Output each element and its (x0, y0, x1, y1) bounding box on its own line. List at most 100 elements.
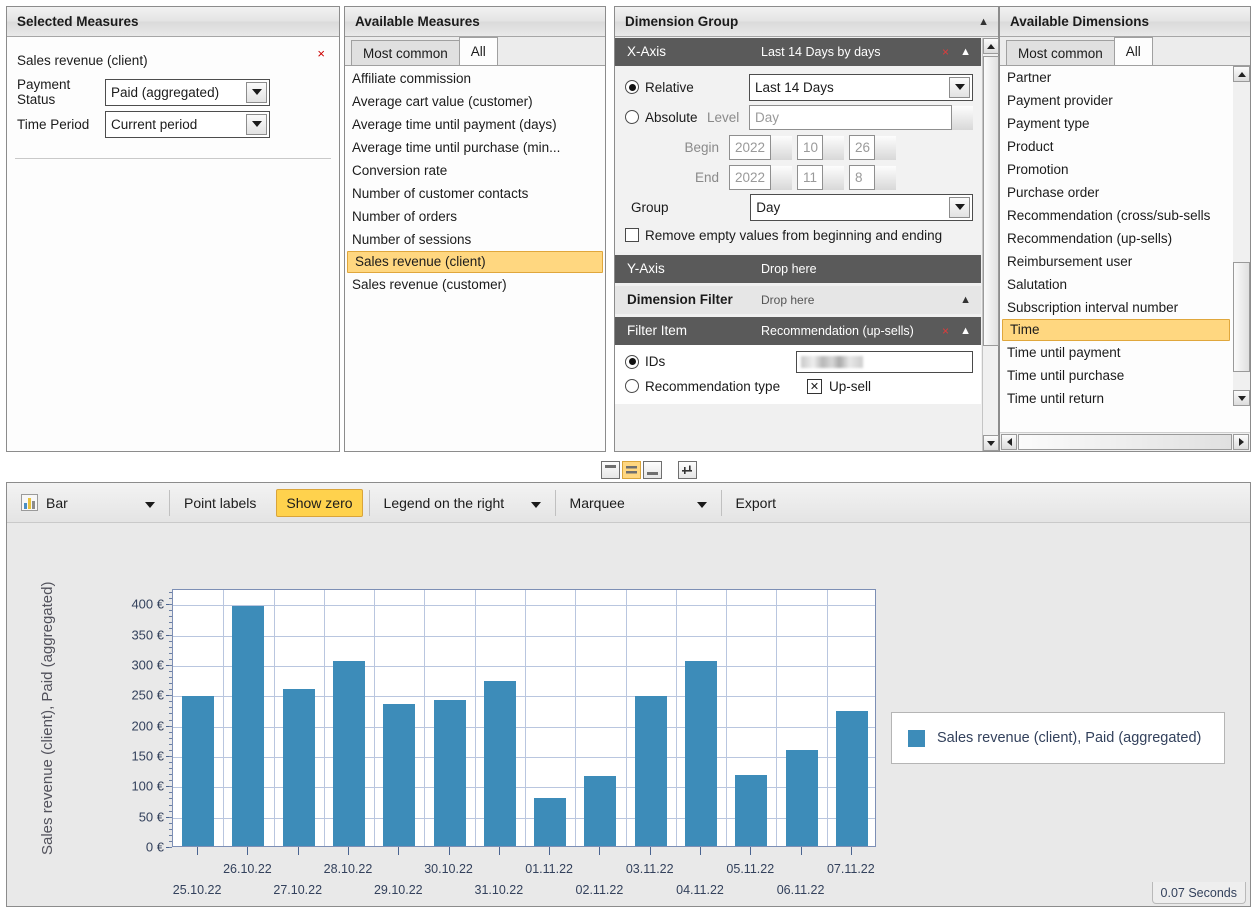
legend-position-select[interactable]: Legend on the right (370, 483, 555, 523)
list-item[interactable]: Average cart value (customer) (345, 90, 605, 113)
scroll-left-icon[interactable] (1001, 434, 1017, 450)
list-item[interactable]: Partner (1000, 66, 1232, 89)
list-item[interactable]: Subscription interval number (1000, 296, 1232, 319)
list-item[interactable]: Recommendation (up-sells) (1000, 227, 1232, 250)
ids-radio[interactable] (625, 354, 639, 369)
bar[interactable] (685, 661, 717, 846)
collapse-chevron-up-icon[interactable]: ▲ (960, 317, 971, 345)
bar[interactable] (584, 775, 617, 846)
end-year-stepper-icon[interactable] (771, 165, 792, 190)
remove-measure-icon[interactable]: × (317, 46, 325, 61)
selection-mode-select[interactable]: Marquee (556, 483, 721, 523)
scroll-up-icon[interactable] (1233, 66, 1250, 82)
end-month-stepper-icon[interactable] (823, 165, 844, 190)
scroll-right-icon[interactable] (1233, 434, 1249, 450)
bar[interactable] (735, 774, 768, 846)
list-item[interactable]: Time until payment (1000, 341, 1232, 364)
x-axis-header[interactable]: X-Axis Last 14 Days by days × ▲ (615, 38, 981, 66)
list-item[interactable]: Salutation (1000, 273, 1232, 296)
chevron-down-icon[interactable] (246, 113, 267, 135)
list-item[interactable]: Recommendation (cross/sub-sells (1000, 204, 1232, 227)
collapse-chevron-up-icon[interactable]: ▲ (978, 7, 989, 37)
list-item[interactable]: Product (1000, 135, 1232, 158)
dimensions-vertical-scrollbar[interactable] (1233, 66, 1250, 406)
available-measures-list[interactable]: Affiliate commission Average cart value … (345, 66, 605, 450)
remove-empty-checkbox[interactable] (625, 228, 639, 242)
bar[interactable] (483, 680, 516, 846)
end-day-stepper-icon[interactable] (875, 165, 896, 190)
up-sell-chip-close-icon[interactable]: ✕ (807, 378, 822, 394)
begin-day-stepper-icon[interactable] (875, 135, 896, 160)
time-period-select[interactable]: Current period (105, 110, 270, 138)
chevron-down-icon[interactable] (246, 81, 267, 103)
chevron-down-icon[interactable] (949, 76, 970, 98)
layout-top-button[interactable] (601, 461, 620, 479)
list-item[interactable]: Promotion (1000, 158, 1232, 181)
list-item[interactable]: Number of sessions (345, 228, 605, 251)
list-item[interactable]: Number of customer contacts (345, 182, 605, 205)
list-item[interactable]: Time until purchase (1000, 364, 1232, 387)
ids-input[interactable] (795, 350, 973, 373)
dimension-group-scrollbar[interactable] (982, 38, 999, 451)
dimension-filter-header[interactable]: Dimension Filter Drop here ▲ (615, 286, 981, 314)
recommendation-type-radio[interactable] (625, 379, 639, 393)
export-button[interactable]: Export (722, 483, 790, 523)
list-item[interactable]: Payment provider (1000, 89, 1232, 112)
dimensions-horizontal-scrollbar[interactable] (1000, 432, 1250, 451)
list-item[interactable]: Number of orders (345, 205, 605, 228)
end-year-input[interactable]: 2022 (729, 164, 792, 190)
list-item[interactable]: Affiliate commission (345, 67, 605, 90)
list-item[interactable]: Conversion rate (345, 159, 605, 182)
bar[interactable] (534, 798, 567, 846)
bar[interactable] (383, 703, 416, 846)
absolute-radio[interactable] (625, 110, 639, 124)
relative-radio[interactable] (625, 80, 639, 94)
tab-most-common[interactable]: Most common (1006, 40, 1115, 65)
list-item[interactable]: Average time until payment (days) (345, 113, 605, 136)
dimension-filter-dropzone[interactable]: Drop here (761, 286, 814, 314)
scroll-thumb[interactable] (1233, 262, 1250, 372)
scroll-up-icon[interactable] (983, 38, 999, 54)
filter-item-header[interactable]: Filter Item Recommendation (up-sells) × … (615, 317, 981, 345)
bar[interactable] (182, 696, 215, 846)
y-axis-header[interactable]: Y-Axis Drop here (615, 255, 981, 283)
list-item[interactable]: Purchase order (1000, 181, 1232, 204)
bar[interactable] (232, 605, 265, 846)
relative-range-select[interactable]: Last 14 Days (749, 73, 973, 101)
list-item-selected[interactable]: Time (1002, 319, 1230, 341)
begin-year-stepper-icon[interactable] (771, 135, 792, 160)
chart-type-select[interactable]: Bar (7, 483, 169, 523)
bar[interactable] (835, 711, 868, 846)
bar[interactable] (333, 661, 365, 846)
begin-month-input[interactable]: 10 (797, 134, 844, 160)
end-month-input[interactable]: 11 (797, 164, 844, 190)
show-zero-button[interactable]: Show zero (270, 483, 368, 523)
scroll-thumb[interactable] (1018, 434, 1232, 450)
level-input[interactable]: Day (749, 104, 973, 130)
begin-day-input[interactable]: 26 (849, 134, 896, 160)
layout-split-button[interactable] (622, 461, 641, 479)
layout-settings-button[interactable] (678, 461, 697, 479)
layout-bottom-button[interactable] (643, 461, 662, 479)
tab-all[interactable]: All (458, 37, 498, 65)
scroll-down-icon[interactable] (983, 435, 999, 451)
tab-all[interactable]: All (1113, 37, 1153, 65)
begin-month-stepper-icon[interactable] (823, 135, 844, 160)
list-item[interactable]: Reimbursement user (1000, 250, 1232, 273)
end-day-input[interactable]: 8 (849, 164, 896, 190)
bar[interactable] (785, 750, 818, 846)
y-axis-dropzone[interactable]: Drop here (761, 255, 817, 283)
list-item-selected[interactable]: Sales revenue (client) (347, 251, 603, 273)
list-item[interactable]: Sales revenue (customer) (345, 273, 605, 296)
available-dimensions-list[interactable]: Partner Payment provider Payment type Pr… (1000, 66, 1250, 406)
begin-year-input[interactable]: 2022 (729, 134, 792, 160)
chevron-down-icon[interactable] (115, 495, 155, 511)
payment-status-select[interactable]: Paid (aggregated) (105, 78, 270, 106)
list-item[interactable]: Time until return (1000, 387, 1232, 406)
level-stepper-icon[interactable] (952, 105, 973, 130)
scroll-thumb[interactable] (983, 56, 999, 346)
tab-most-common[interactable]: Most common (351, 40, 460, 65)
bar[interactable] (282, 688, 315, 846)
collapse-chevron-up-icon[interactable]: ▲ (960, 286, 971, 314)
remove-filter-item-icon[interactable]: × (942, 317, 949, 345)
